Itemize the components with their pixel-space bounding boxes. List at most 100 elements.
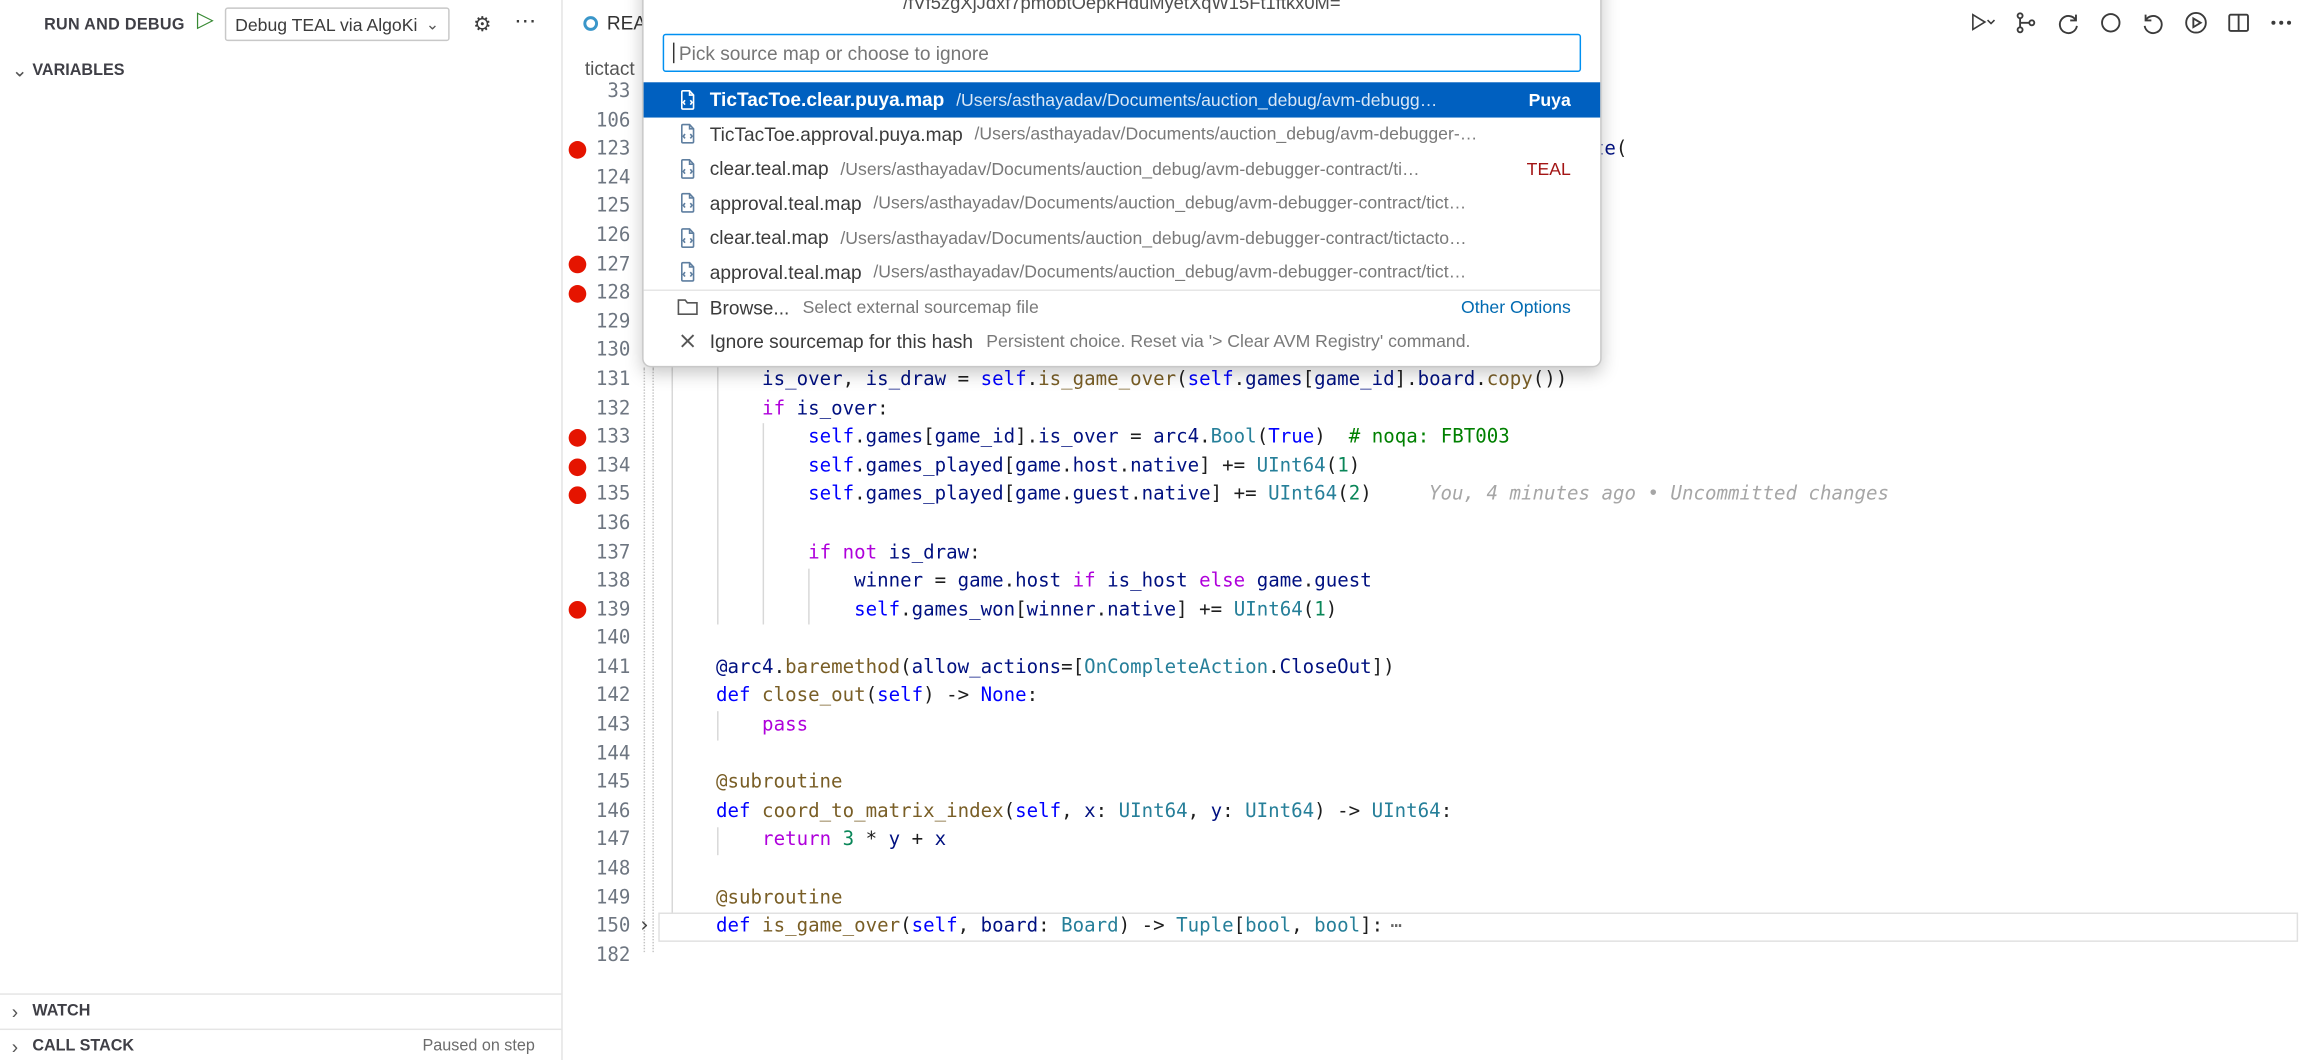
line-number: 142 <box>592 682 630 711</box>
breakpoint-dot[interactable] <box>563 429 592 447</box>
line-number: 147 <box>592 826 630 855</box>
line-number: 139 <box>592 596 630 625</box>
line-number: 123 <box>592 135 630 164</box>
source-map-file-icon <box>676 88 700 112</box>
quickpick-item-description: Select external sourcemap file <box>803 297 1039 318</box>
breakpoint-dot[interactable] <box>563 487 592 505</box>
quickpick-item-ignore[interactable]: Ignore sourcemap for this hashPersistent… <box>644 324 1601 359</box>
code-text: self.games_played[game.guest.native] += … <box>658 481 1889 510</box>
debug-config-dropdown[interactable]: Debug TEAL via AlgoKi ⌄ <box>225 7 450 41</box>
code-text: @arc4.baremethod(allow_actions=[OnComple… <box>658 654 1394 683</box>
run-circle-icon[interactable] <box>2181 7 2210 36</box>
quickpick-item-label: TicTacToe.clear.puya.map <box>710 89 945 111</box>
breakpoint-dot[interactable] <box>563 141 592 159</box>
breakpoint-dot[interactable] <box>563 602 592 620</box>
line-number: 33 <box>592 78 630 107</box>
call-stack-section-header[interactable]: › CALL STACK Paused on step <box>0 1029 561 1060</box>
line-number: 134 <box>592 452 630 481</box>
folded-code-ellipsis[interactable]: ⋯ <box>1391 916 1404 938</box>
line-number: 150 <box>592 913 630 942</box>
code-line: 137if not is_draw: <box>563 539 2304 568</box>
code-line: 148 <box>563 855 2304 884</box>
record-icon[interactable] <box>2095 7 2124 36</box>
quickpick-item-browse[interactable]: Browse... Select external sourcemap file O… <box>644 289 1601 324</box>
navigate-forward-icon[interactable] <box>2138 7 2167 36</box>
quickpick-other-options[interactable]: Other Options <box>1446 297 1570 318</box>
editor-tab[interactable]: REA <box>583 12 646 34</box>
source-map-file-icon <box>676 226 700 250</box>
call-stack-label: CALL STACK <box>32 1037 134 1055</box>
quickpick-title-hash: /fVf5zgXjJdxf7pmobtOepkHduMyetXqW15Ft1ft… <box>644 0 1601 13</box>
gear-icon[interactable]: ⚙ <box>473 12 491 37</box>
folder-icon <box>676 296 700 320</box>
line-number: 149 <box>592 884 630 913</box>
variables-section-header[interactable]: ⌄ VARIABLES <box>0 53 561 87</box>
quickpick-item-label: Browse... <box>710 296 790 318</box>
source-control-graph-icon[interactable] <box>2010 7 2039 36</box>
line-number: 135 <box>592 481 630 510</box>
quickpick-item-label: approval.teal.map <box>710 192 862 214</box>
chevron-down-icon: ⌄ <box>426 15 440 34</box>
panel-title: RUN AND DEBUG <box>44 16 185 34</box>
line-number: 137 <box>592 539 630 568</box>
quickpick-item-file[interactable]: approval.teal.map/Users/asthayadav/Docum… <box>644 186 1601 221</box>
quickpick-item-file[interactable]: clear.teal.map/Users/asthayadav/Document… <box>644 220 1601 255</box>
quickpick-item-label: TicTacToe.approval.puya.map <box>710 123 963 145</box>
breakpoint-dot[interactable] <box>563 256 592 274</box>
breakpoint-dot[interactable] <box>563 458 592 476</box>
watch-label: WATCH <box>32 1002 90 1020</box>
code-text: return 3 * y + x <box>658 826 946 855</box>
breadcrumb[interactable]: tictact <box>585 57 635 79</box>
code-text: def coord_to_matrix_index(self, x: UInt6… <box>658 798 1452 827</box>
code-text: self.games[game_id].is_over = arc4.Bool(… <box>658 423 1509 452</box>
code-line: 143pass <box>563 711 2304 740</box>
code-line: 139self.games_won[winner.native] += UInt… <box>563 596 2304 625</box>
line-number: 141 <box>592 654 630 683</box>
code-text: def close_out(self) -> None: <box>658 682 1038 711</box>
line-number: 129 <box>592 308 630 337</box>
split-editor-icon[interactable] <box>2223 7 2252 36</box>
line-number: 133 <box>592 423 630 452</box>
quickpick-item-file[interactable]: approval.teal.map/Users/asthayadav/Docum… <box>644 255 1601 290</box>
quickpick-input-wrap <box>663 34 1581 72</box>
sourcemap-quickpick: /fVf5zgXjJdxf7pmobtOepkHduMyetXqW15Ft1ft… <box>642 0 1602 367</box>
code-line: 145@subroutine <box>563 769 2304 798</box>
line-number: 146 <box>592 798 630 827</box>
chevron-right-icon: › <box>12 1035 33 1057</box>
more-actions-button[interactable] <box>2266 7 2295 36</box>
quickpick-item-file[interactable]: clear.teal.map/Users/asthayadav/Document… <box>644 151 1601 186</box>
line-number: 130 <box>592 337 630 366</box>
code-line: 147 return 3 * y + x <box>563 826 2304 855</box>
run-button[interactable] <box>1968 7 1997 36</box>
code-line: 132if is_over: <box>563 395 2304 424</box>
line-number: 131 <box>592 366 630 395</box>
quickpick-item-description: Persistent choice. Reset via '> Clear AV… <box>986 331 1470 352</box>
more-actions-icon[interactable]: ⋯ <box>514 7 536 33</box>
sidebar-header: RUN AND DEBUG ▷ Debug TEAL via AlgoKi ⌄ … <box>0 0 561 50</box>
watch-section-header[interactable]: › WATCH <box>0 993 561 1027</box>
source-map-file-icon <box>676 157 700 181</box>
line-number: 124 <box>592 164 630 193</box>
paused-status-badge: Paused on step <box>423 1037 535 1055</box>
code-line: 150›def is_game_over(self, board: Board)… <box>563 913 2304 942</box>
code-text: @subroutine <box>658 884 842 913</box>
code-line: 136 <box>563 510 2304 539</box>
navigate-back-icon[interactable] <box>2053 7 2082 36</box>
start-debugging-button[interactable]: ▷ <box>197 6 214 32</box>
line-number: 128 <box>592 279 630 308</box>
quickpick-item-file[interactable]: TicTacToe.clear.puya.map/Users/asthayada… <box>644 82 1601 117</box>
fold-chevron-icon[interactable]: › <box>630 913 658 942</box>
quickpick-input[interactable] <box>664 35 1579 70</box>
code-line: 146 def coord_to_matrix_index(self, x: UI… <box>563 798 2304 827</box>
quickpick-item-path: /Users/asthayadav/Documents/auction_debu… <box>873 262 1466 283</box>
variables-label: VARIABLES <box>32 61 124 79</box>
code-line: 142 def close_out(self) -> None: <box>563 682 2304 711</box>
breakpoint-dot[interactable] <box>563 285 592 303</box>
line-number: 182 <box>592 942 630 971</box>
line-number: 127 <box>592 251 630 280</box>
quickpick-item-file[interactable]: TicTacToe.approval.puya.map/Users/asthay… <box>644 117 1601 152</box>
quickpick-item-path: /Users/asthayadav/Documents/auction_debu… <box>840 227 1466 248</box>
line-number: 140 <box>592 625 630 654</box>
chevron-right-icon: › <box>12 1000 33 1022</box>
quickpick-item-tag: Puya <box>1514 89 1571 110</box>
